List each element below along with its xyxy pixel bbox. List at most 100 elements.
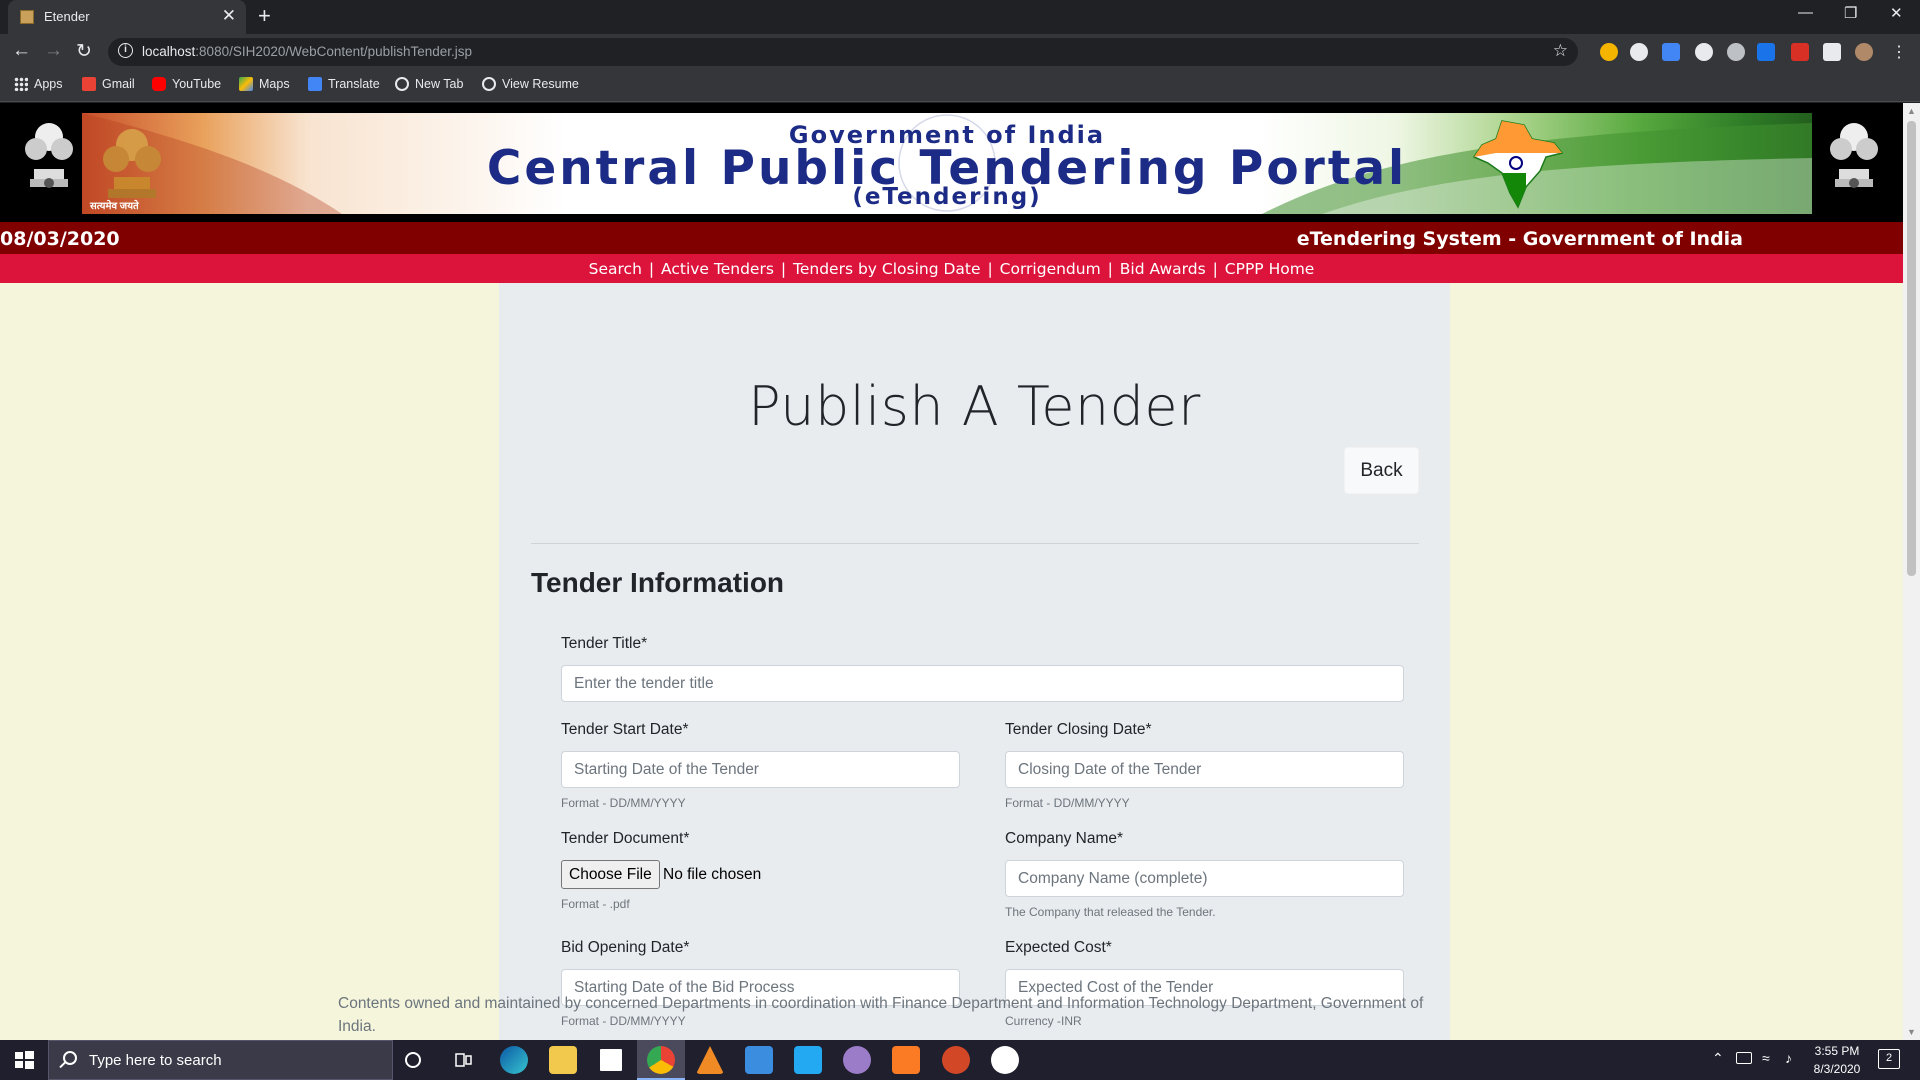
bookmark-label: New Tab [415, 77, 464, 91]
vlc-icon[interactable] [696, 1046, 724, 1074]
bookmark-label: Translate [328, 77, 380, 91]
app-icon[interactable] [843, 1046, 871, 1074]
india-map-icon [1472, 120, 1564, 209]
profile-avatar[interactable] [1855, 43, 1873, 61]
bookmark-maps[interactable]: Maps [239, 77, 290, 91]
app-icon[interactable] [991, 1046, 1019, 1074]
tender-start-date-help: Format - DD/MM/YYYY [561, 796, 686, 810]
extension-icon[interactable] [1757, 43, 1775, 61]
company-name-label: Company Name* [1005, 830, 1124, 847]
browser-toolbar: ← → ↻ i localhost:8080/SIH2020/WebConten… [0, 34, 1920, 70]
current-date: 08/03/2020 [0, 228, 120, 250]
publish-tender-panel: Publish A Tender Back Tender Information… [499, 283, 1450, 1040]
reload-icon[interactable]: ↻ [76, 40, 92, 63]
extension-icon[interactable] [1600, 43, 1618, 61]
extension-icon[interactable] [1630, 43, 1648, 61]
bookmark-label: Apps [34, 77, 63, 91]
extensions-puzzle-icon[interactable] [1823, 43, 1841, 61]
tender-title-label: Tender Title* [561, 635, 648, 652]
national-emblem-icon [1830, 123, 1878, 188]
close-window-icon[interactable]: ✕ [1890, 4, 1903, 22]
tender-start-date-input[interactable]: Starting Date of the Tender [561, 751, 960, 788]
notification-center-icon[interactable]: 2 [1878, 1049, 1900, 1069]
battery-icon[interactable] [1736, 1052, 1752, 1064]
nav-separator: | [987, 260, 993, 278]
back-arrow-icon[interactable]: ← [12, 40, 31, 62]
bookmark-label: Gmail [102, 77, 135, 91]
task-view-icon[interactable] [453, 1050, 473, 1070]
choose-file-button[interactable]: Choose File [561, 860, 660, 889]
page-title: Publish A Tender [748, 375, 1201, 438]
nav-tenders-by-closing-date[interactable]: Tenders by Closing Date [793, 260, 981, 278]
tray-chevron-icon[interactable]: ⌃ [1712, 1050, 1724, 1067]
windows-start-icon[interactable] [0, 1040, 48, 1080]
edge-icon[interactable] [500, 1046, 528, 1074]
nav-separator: | [1212, 260, 1218, 278]
section-divider [531, 543, 1419, 544]
company-name-help: The Company that released the Tender. [1005, 905, 1216, 919]
scroll-down-icon[interactable]: ▼ [1907, 1027, 1916, 1037]
section-title: Tender Information [531, 567, 785, 598]
new-tab-button[interactable]: + [258, 3, 271, 29]
xampp-icon[interactable] [892, 1046, 920, 1074]
bookmark-youtube[interactable]: YouTube [152, 77, 221, 91]
globe-icon [395, 77, 409, 91]
bookmark-apps[interactable]: Apps [14, 77, 63, 91]
bookmark-gmail[interactable]: Gmail [82, 77, 135, 91]
url-text[interactable]: localhost:8080/SIH2020/WebContent/publis… [142, 44, 472, 59]
address-bar[interactable]: i localhost:8080/SIH2020/WebContent/publ… [108, 38, 1578, 66]
vscode-icon[interactable] [794, 1046, 822, 1074]
nav-links: Search | Active Tenders | Tenders by Clo… [0, 260, 1903, 278]
file-explorer-icon[interactable] [549, 1046, 577, 1074]
wifi-icon[interactable]: ≈ [1762, 1050, 1770, 1066]
cortana-icon[interactable] [403, 1050, 423, 1070]
file-status-text: No file chosen [663, 866, 762, 883]
taskbar-date[interactable]: 8/3/2020 [1807, 1062, 1867, 1076]
globe-icon [482, 77, 496, 91]
tender-document-help: Format - .pdf [561, 897, 630, 911]
taskbar-search[interactable]: Type here to search [48, 1040, 393, 1080]
minimize-icon[interactable]: — [1798, 4, 1813, 21]
search-icon [63, 1051, 77, 1065]
tender-closing-date-input[interactable]: Closing Date of the Tender [1005, 751, 1404, 788]
translate-extension-icon[interactable] [1662, 43, 1680, 61]
site-info-icon[interactable]: i [118, 43, 133, 58]
nav-separator: | [648, 260, 655, 278]
extension-icon[interactable] [1727, 43, 1745, 61]
tender-title-input[interactable]: Enter the tender title [561, 665, 1404, 702]
nav-corrigendum[interactable]: Corrigendum [1000, 260, 1101, 278]
nav-search[interactable]: Search [589, 260, 642, 278]
nav-active-tenders[interactable]: Active Tenders [661, 260, 774, 278]
bookmark-view-resume[interactable]: View Resume [482, 77, 579, 91]
tender-closing-date-label: Tender Closing Date* [1005, 721, 1152, 738]
browser-tab[interactable]: Etender ✕ [8, 0, 246, 34]
volume-icon[interactable]: ♪ [1785, 1050, 1792, 1066]
nav-bid-awards[interactable]: Bid Awards [1120, 260, 1206, 278]
company-name-input[interactable]: Company Name (complete) [1005, 860, 1404, 897]
date-band: 08/03/2020 eTendering System - Governmen… [0, 222, 1903, 254]
tender-document-label: Tender Document* [561, 830, 690, 847]
bookmark-new-tab[interactable]: New Tab [395, 77, 463, 91]
bookmark-star-icon[interactable]: ☆ [1553, 41, 1568, 61]
extension-icon[interactable] [1695, 43, 1713, 61]
tab-favicon-icon [20, 10, 34, 24]
taskbar-time[interactable]: 3:55 PM [1807, 1044, 1867, 1058]
tab-title: Etender [44, 9, 90, 24]
mail-icon[interactable] [745, 1046, 773, 1074]
taskbar-search-placeholder: Type here to search [89, 1052, 222, 1069]
store-icon[interactable] [597, 1046, 625, 1074]
restore-icon[interactable]: ❐ [1844, 4, 1857, 22]
chrome-icon[interactable] [647, 1046, 675, 1074]
forward-arrow-icon[interactable]: → [44, 40, 63, 62]
page-scrollbar[interactable]: ▲ ▼ [1903, 103, 1920, 1040]
powerpoint-icon[interactable] [942, 1046, 970, 1074]
adblock-icon[interactable] [1791, 43, 1809, 61]
tab-close-icon[interactable]: ✕ [222, 6, 236, 26]
page-viewport: Government of India Central Public Tende… [0, 103, 1903, 1040]
menu-dots-icon[interactable]: ⋮ [1891, 42, 1907, 62]
nav-cppp-home[interactable]: CPPP Home [1225, 260, 1315, 278]
back-button[interactable]: Back [1344, 447, 1419, 494]
scrollbar-thumb[interactable] [1907, 121, 1916, 576]
bookmark-translate[interactable]: Translate [308, 77, 380, 91]
scroll-up-icon[interactable]: ▲ [1907, 106, 1916, 116]
